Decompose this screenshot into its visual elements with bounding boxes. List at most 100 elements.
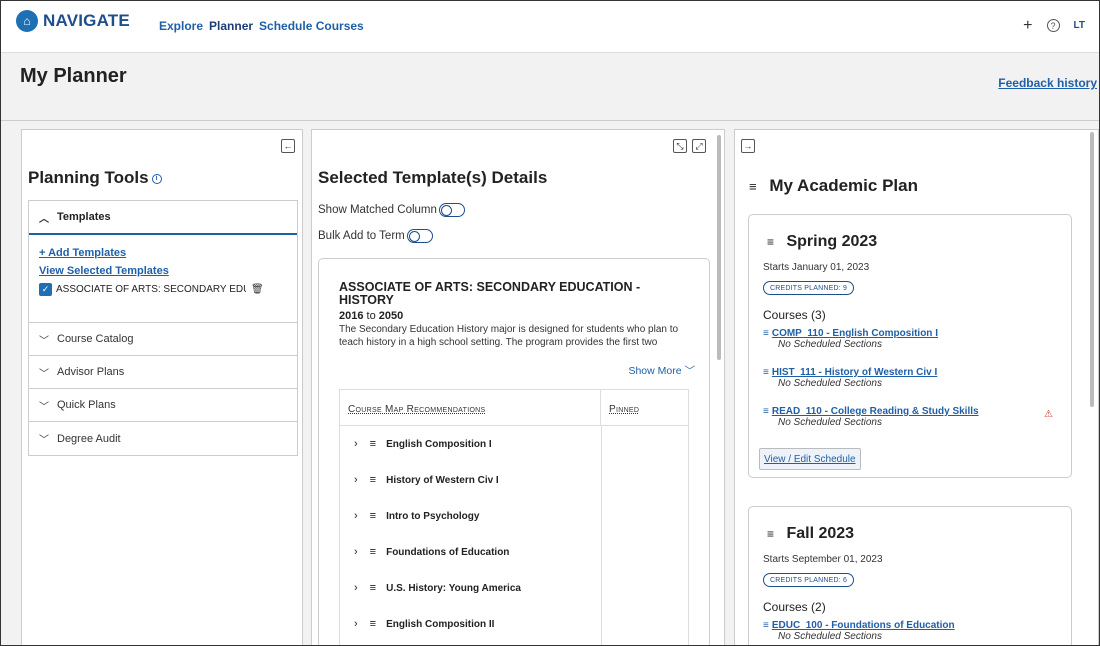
info-icon[interactable]: i xyxy=(151,173,162,184)
drag-handle-icon[interactable]: ≡ xyxy=(370,438,376,450)
course-title: COMP_110 - English Composition I xyxy=(771,328,938,339)
advisor-plans-accordion-header[interactable]: ﹀ Advisor Plans xyxy=(29,356,297,389)
table-row[interactable]: › ≡ Foundations of Education xyxy=(340,534,688,570)
view-edit-schedule-button[interactable]: View / Edit Schedule xyxy=(759,448,861,470)
drag-handle-icon[interactable]: ≡ xyxy=(370,510,376,522)
year-start: 2016 xyxy=(339,310,364,322)
course-link[interactable]: ≡ READ_110 - College Reading & Study Skil… xyxy=(763,406,979,417)
table-row[interactable]: › ≡ Intro to Psychology xyxy=(340,498,688,534)
plus-icon[interactable]: + xyxy=(1023,17,1032,33)
course-name: Intro to Psychology xyxy=(386,510,480,522)
chevron-right-icon[interactable]: › xyxy=(354,474,358,486)
logo-text: NAVIGATE xyxy=(43,11,130,30)
show-matched-label: Show Matched Column xyxy=(318,204,437,216)
table-row[interactable]: › ≡ U.S. History: Young America xyxy=(340,570,688,606)
academic-plan-title: ≡ My Academic Plan xyxy=(749,176,918,196)
degree-audit-label: Degree Audit xyxy=(57,432,121,445)
bulk-add-label: Bulk Add to Term xyxy=(318,230,405,242)
template-card: ASSOCIATE OF ARTS: SECONDARY EDUCATION -… xyxy=(318,258,710,645)
right-scrollbar[interactable] xyxy=(1090,132,1094,407)
template-years: 2016 to 2050 xyxy=(339,310,403,322)
table-row[interactable]: › ≡ English Composition I xyxy=(340,426,688,462)
table-row[interactable]: › ≡ English Composition II xyxy=(340,606,688,642)
templates-accordion-header[interactable]: ︿ Templates xyxy=(29,201,297,235)
advisor-plans-label: Advisor Plans xyxy=(57,366,125,378)
planning-tools-label: Planning Tools xyxy=(28,168,149,187)
middle-scrollbar[interactable] xyxy=(717,135,721,360)
bulk-add-toggle[interactable] xyxy=(406,229,433,243)
nav-explore[interactable]: Explore xyxy=(159,19,203,33)
degree-audit-accordion-header[interactable]: ﹀ Degree Audit xyxy=(29,422,297,455)
course-item: ≡ EDUC_100 - Foundations of Education No … xyxy=(763,620,955,642)
nav-schedule-courses[interactable]: Schedule Courses xyxy=(259,19,364,33)
chevron-right-icon[interactable]: › xyxy=(354,546,358,558)
chevron-right-icon[interactable]: › xyxy=(354,438,358,450)
course-link[interactable]: ≡ COMP_110 - English Composition I xyxy=(763,328,938,339)
courses-label: Courses (2) xyxy=(763,600,826,614)
template-title: ASSOCIATE OF ARTS: SECONDARY EDUCATION -… xyxy=(339,280,641,307)
drag-handle-icon[interactable]: ≡ xyxy=(370,546,376,558)
course-item: ≡ COMP_110 - English Composition I No Sch… xyxy=(763,328,938,350)
drag-handle-icon[interactable]: ≡ xyxy=(370,474,376,486)
drag-handle-icon[interactable]: ≡ xyxy=(370,582,376,594)
term-name: Fall 2023 xyxy=(786,525,855,542)
warning-icon[interactable]: ⚠ xyxy=(1044,409,1053,420)
template-checkbox[interactable]: ✓ xyxy=(39,283,52,296)
avatar[interactable]: LT xyxy=(1074,20,1085,31)
drag-handle-icon[interactable]: ≡ xyxy=(763,328,769,339)
nav-planner[interactable]: Planner xyxy=(209,19,253,33)
table-row[interactable]: › ≡ History of Western Civ I xyxy=(340,462,688,498)
expand-button[interactable]: ⤢ xyxy=(692,139,706,153)
year-to: to xyxy=(366,310,376,322)
drag-handle-icon[interactable]: ≡ xyxy=(763,620,769,631)
course-catalog-accordion-header[interactable]: ﹀ Course Catalog xyxy=(29,323,297,356)
course-link[interactable]: ≡ EDUC_100 - Foundations of Education xyxy=(763,620,955,631)
course-title: HIST_111 - History of Western Civ I xyxy=(771,367,938,378)
academic-plan-label: My Academic Plan xyxy=(769,176,918,195)
recommendations-table: Course Map Recommendations Pinned › ≡ En… xyxy=(339,389,689,645)
trash-icon[interactable]: 🗑 xyxy=(251,284,264,295)
menu-icon[interactable]: ≡ xyxy=(749,179,757,194)
collapse-left-button[interactable]: ← xyxy=(281,139,295,153)
feedback-history-link[interactable]: Feedback history xyxy=(998,76,1097,90)
planning-tools-title: Planning Tools i xyxy=(28,168,162,188)
logo[interactable]: ⌂ NAVIGATE xyxy=(16,10,130,32)
drag-handle-icon[interactable]: ≡ xyxy=(767,527,774,541)
chevron-right-icon[interactable]: › xyxy=(354,510,358,522)
help-icon[interactable]: ? xyxy=(1046,19,1060,32)
view-selected-templates-link[interactable]: View Selected Templates xyxy=(39,265,287,277)
show-matched-row: Show Matched Column xyxy=(318,203,465,217)
planning-accordion: ︿ Templates + Add Templates View Selecte… xyxy=(28,200,298,456)
add-templates-link[interactable]: + Add Templates xyxy=(39,247,287,259)
course-status: No Scheduled Sections xyxy=(778,339,882,350)
drag-handle-icon[interactable]: ≡ xyxy=(763,367,769,378)
course-title: READ_110 - College Reading & Study Skill… xyxy=(771,406,979,417)
template-description: The Secondary Education History major is… xyxy=(339,324,679,348)
bulk-add-row: Bulk Add to Term xyxy=(318,229,433,243)
chevron-right-icon[interactable]: › xyxy=(354,582,358,594)
course-title: EDUC_100 - Foundations of Education xyxy=(771,620,955,631)
chevron-down-icon: ﹀ xyxy=(39,368,49,380)
academic-plan-panel: → ≡ My Academic Plan ≡ Spring 2023 Start… xyxy=(734,129,1099,645)
quick-plans-label: Quick Plans xyxy=(57,399,116,411)
drag-handle-icon[interactable]: ≡ xyxy=(370,618,376,630)
page-title: My Planner xyxy=(20,65,127,87)
drag-handle-icon[interactable]: ≡ xyxy=(767,235,774,249)
planning-tools-panel: ← Planning Tools i ︿ Templates + Add Temp… xyxy=(21,129,303,645)
selected-template-item: ✓ ASSOCIATE OF ARTS: SECONDARY EDUCATIC … xyxy=(39,283,287,296)
quick-plans-accordion-header[interactable]: ﹀ Quick Plans xyxy=(29,389,297,422)
chevron-down-icon: ﹀ xyxy=(39,435,49,446)
course-link[interactable]: ≡ HIST_111 - History of Western Civ I xyxy=(763,367,937,378)
template-details-title: Selected Template(s) Details xyxy=(318,168,548,187)
chevron-right-icon[interactable]: › xyxy=(354,618,358,630)
logo-icon: ⌂ xyxy=(16,10,38,32)
collapse-right-button[interactable]: → xyxy=(741,139,755,153)
shrink-button[interactable]: ⤡ xyxy=(673,139,687,153)
show-matched-toggle[interactable] xyxy=(438,203,465,217)
term-title: ≡ Spring 2023 xyxy=(767,233,877,251)
show-more-label: Show More xyxy=(628,365,682,377)
drag-handle-icon[interactable]: ≡ xyxy=(763,406,769,417)
show-more-button[interactable]: Show More ﹀ xyxy=(628,363,695,378)
top-nav: ⌂ NAVIGATE Explore Planner Schedule Cour… xyxy=(1,1,1099,53)
course-status: No Scheduled Sections xyxy=(778,378,882,389)
